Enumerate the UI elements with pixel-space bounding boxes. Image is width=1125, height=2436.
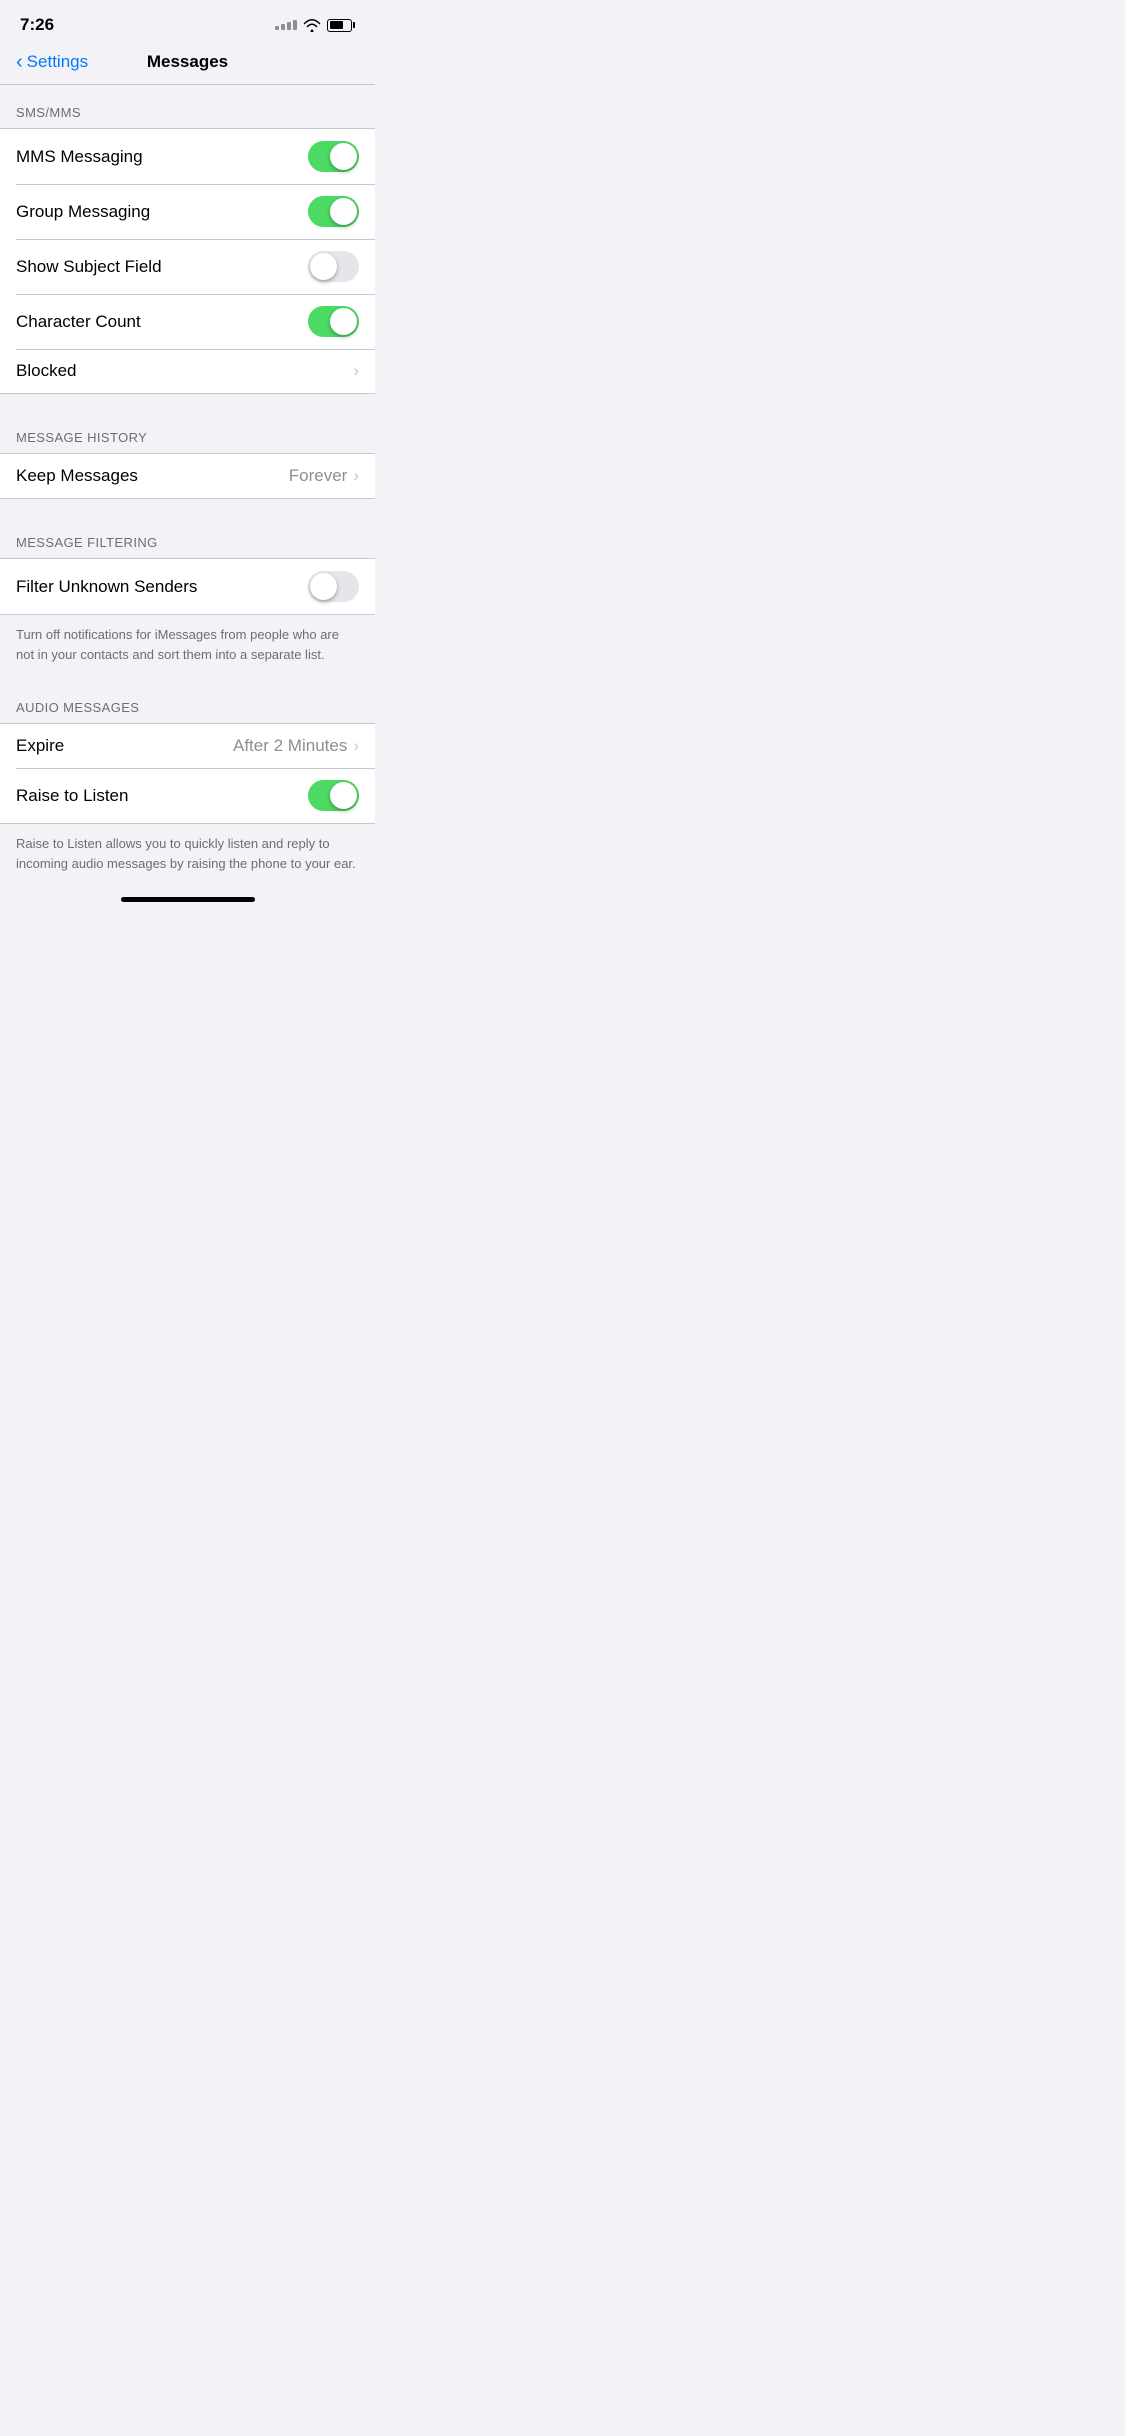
raise-to-listen-row[interactable]: Raise to Listen bbox=[0, 768, 375, 823]
battery-icon bbox=[327, 19, 355, 32]
filter-unknown-description: Turn off notifications for iMessages fro… bbox=[0, 615, 375, 680]
filter-unknown-senders-row[interactable]: Filter Unknown Senders bbox=[0, 559, 375, 614]
group-messaging-toggle[interactable] bbox=[308, 196, 359, 227]
blocked-label: Blocked bbox=[16, 361, 76, 381]
home-bar bbox=[121, 897, 255, 902]
toggle-thumb bbox=[330, 308, 357, 335]
show-subject-field-row[interactable]: Show Subject Field bbox=[0, 239, 375, 294]
expire-row[interactable]: Expire After 2 Minutes › bbox=[0, 724, 375, 768]
back-button[interactable]: ‹ Settings bbox=[16, 52, 88, 72]
raise-to-listen-description: Raise to Listen allows you to quickly li… bbox=[0, 824, 375, 889]
raise-to-listen-toggle[interactable] bbox=[308, 780, 359, 811]
back-chevron-icon: ‹ bbox=[16, 52, 23, 72]
status-time: 7:26 bbox=[20, 15, 54, 35]
character-count-row[interactable]: Character Count bbox=[0, 294, 375, 349]
section-header-audio-messages: AUDIO MESSAGES bbox=[0, 680, 375, 723]
blocked-chevron-icon: › bbox=[353, 361, 359, 381]
raise-to-listen-label: Raise to Listen bbox=[16, 786, 128, 806]
section-header-sms-mms: SMS/MMS bbox=[0, 85, 375, 128]
spacer-2 bbox=[0, 499, 375, 515]
toggle-thumb bbox=[330, 143, 357, 170]
character-count-label: Character Count bbox=[16, 312, 141, 332]
keep-messages-row[interactable]: Keep Messages Forever › bbox=[0, 454, 375, 498]
keep-messages-label: Keep Messages bbox=[16, 466, 138, 486]
toggle-thumb bbox=[330, 198, 357, 225]
keep-messages-right: Forever › bbox=[289, 466, 359, 486]
character-count-toggle[interactable] bbox=[308, 306, 359, 337]
expire-right: After 2 Minutes › bbox=[233, 736, 359, 756]
message-filtering-group: Filter Unknown Senders bbox=[0, 558, 375, 615]
section-header-message-filtering: MESSAGE FILTERING bbox=[0, 515, 375, 558]
expire-label: Expire bbox=[16, 736, 64, 756]
mms-messaging-row[interactable]: MMS Messaging bbox=[0, 129, 375, 184]
nav-bar: ‹ Settings Messages bbox=[0, 44, 375, 84]
page-title: Messages bbox=[147, 52, 228, 72]
mms-messaging-label: MMS Messaging bbox=[16, 147, 143, 167]
toggle-thumb bbox=[310, 253, 337, 280]
wifi-icon bbox=[303, 19, 321, 32]
expire-value: After 2 Minutes bbox=[233, 736, 347, 756]
filter-unknown-senders-toggle[interactable] bbox=[308, 571, 359, 602]
section-header-message-history: MESSAGE HISTORY bbox=[0, 410, 375, 453]
status-icons bbox=[275, 19, 355, 32]
toggle-thumb bbox=[330, 782, 357, 809]
sms-mms-group: MMS Messaging Group Messaging Show Subje… bbox=[0, 128, 375, 394]
show-subject-field-label: Show Subject Field bbox=[16, 257, 162, 277]
signal-icon bbox=[275, 20, 297, 30]
mms-messaging-toggle[interactable] bbox=[308, 141, 359, 172]
toggle-thumb bbox=[310, 573, 337, 600]
group-messaging-label: Group Messaging bbox=[16, 202, 150, 222]
expire-chevron-icon: › bbox=[353, 736, 359, 756]
status-bar: 7:26 bbox=[0, 0, 375, 44]
message-history-group: Keep Messages Forever › bbox=[0, 453, 375, 499]
home-indicator bbox=[0, 889, 375, 910]
show-subject-field-toggle[interactable] bbox=[308, 251, 359, 282]
audio-messages-group: Expire After 2 Minutes › Raise to Listen bbox=[0, 723, 375, 824]
back-label: Settings bbox=[27, 52, 88, 72]
filter-unknown-senders-label: Filter Unknown Senders bbox=[16, 577, 197, 597]
blocked-row[interactable]: Blocked › bbox=[0, 349, 375, 393]
group-messaging-row[interactable]: Group Messaging bbox=[0, 184, 375, 239]
keep-messages-chevron-icon: › bbox=[353, 466, 359, 486]
spacer-1 bbox=[0, 394, 375, 410]
keep-messages-value: Forever bbox=[289, 466, 348, 486]
blocked-right: › bbox=[353, 361, 359, 381]
